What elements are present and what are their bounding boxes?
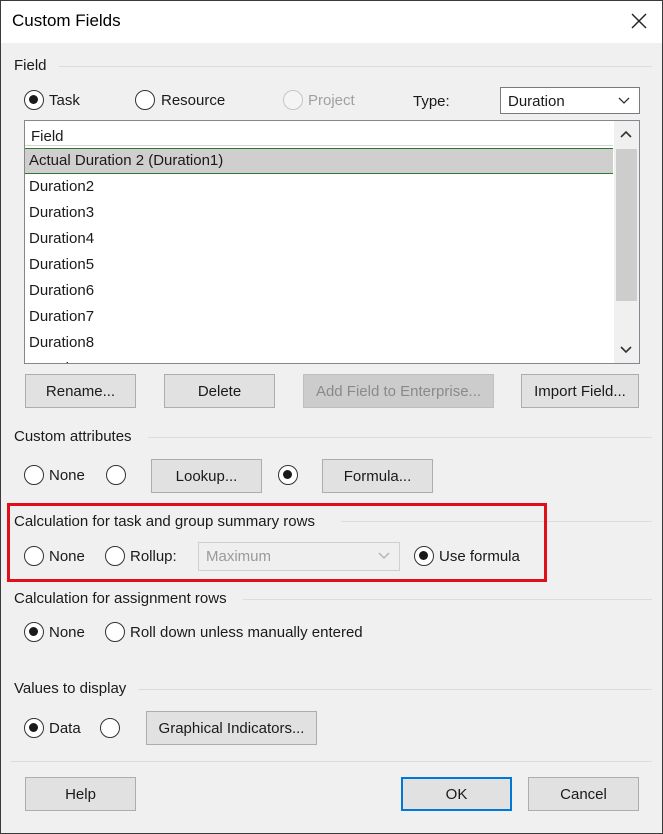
help-button[interactable]: Help [25,777,136,811]
radio-assignment-roll-down[interactable] [105,622,125,642]
field-list-scrollbar[interactable] [614,121,639,363]
radio-scope-task[interactable] [24,90,44,110]
ok-button[interactable]: OK [401,777,512,811]
add-field-to-enterprise-button: Add Field to Enterprise... [303,374,494,408]
radio-scope-task-label: Task [49,92,80,109]
assignment-rows-divider [243,599,652,600]
footer-divider [11,761,652,762]
field-list-item[interactable]: Duration6 [25,278,613,304]
radio-values-data-label: Data [49,720,81,737]
field-list-item[interactable]: Duration5 [25,252,613,278]
field-list-item[interactable]: Duration9 [25,356,613,363]
close-icon[interactable] [625,7,653,35]
lookup-button[interactable]: Lookup... [151,459,262,493]
cancel-button[interactable]: Cancel [528,777,639,811]
field-section-divider [59,66,652,67]
values-to-display-label: Values to display [14,680,127,697]
field-listbox[interactable]: Field Actual Duration 2 (Duration1) Dura… [24,120,640,364]
field-list-item[interactable]: Duration3 [25,200,613,226]
import-field-button[interactable]: Import Field... [521,374,639,408]
radio-scope-project-label: Project [308,92,355,109]
field-section-label: Field [14,57,47,74]
delete-button[interactable]: Delete [164,374,275,408]
radio-scope-project [283,90,303,110]
field-list-item[interactable]: Duration2 [25,174,613,200]
field-list-item[interactable]: Duration7 [25,304,613,330]
field-list-header-label: Field [31,128,64,145]
field-list-item[interactable]: Duration8 [25,330,613,356]
scrollbar-thumb[interactable] [616,149,637,301]
radio-assignment-none[interactable] [24,622,44,642]
type-label: Type: [413,93,450,110]
assignment-rows-label: Calculation for assignment rows [14,590,227,607]
radio-assignment-roll-down-label: Roll down unless manually entered [130,624,363,641]
custom-attributes-label: Custom attributes [14,428,132,445]
field-list-item-selected[interactable]: Actual Duration 2 (Duration1) [25,148,613,174]
radio-scope-resource-label: Resource [161,92,226,109]
radio-custom-attributes-none[interactable] [24,465,44,485]
chevron-down-icon[interactable] [619,343,633,357]
custom-attributes-divider [148,437,652,438]
radio-assignment-none-label: None [49,624,85,641]
formula-button[interactable]: Formula... [322,459,433,493]
field-list-header[interactable]: Field [25,121,613,146]
highlight-annotation-box [7,503,547,582]
field-list-item[interactable]: Duration4 [25,226,613,252]
type-combobox[interactable]: Duration [500,87,640,114]
radio-values-data[interactable] [24,718,44,738]
rename-button[interactable]: Rename... [25,374,136,408]
radio-custom-attributes-none-label: None [49,467,85,484]
radio-values-graphical-indicators[interactable] [100,718,120,738]
title-bar: Custom Fields [1,1,662,43]
values-to-display-divider [138,689,652,690]
chevron-down-icon [618,97,630,104]
graphical-indicators-button[interactable]: Graphical Indicators... [146,711,317,745]
dialog-title: Custom Fields [12,11,121,30]
radio-scope-resource[interactable] [135,90,155,110]
custom-fields-dialog: Custom Fields Field Task Resource Projec… [0,0,663,834]
type-combobox-value: Duration [508,93,565,110]
radio-custom-attributes-lookup[interactable] [106,465,126,485]
radio-custom-attributes-formula[interactable] [278,465,298,485]
chevron-up-icon[interactable] [619,127,633,141]
field-list-rows: Actual Duration 2 (Duration1) Duration2 … [25,148,613,363]
